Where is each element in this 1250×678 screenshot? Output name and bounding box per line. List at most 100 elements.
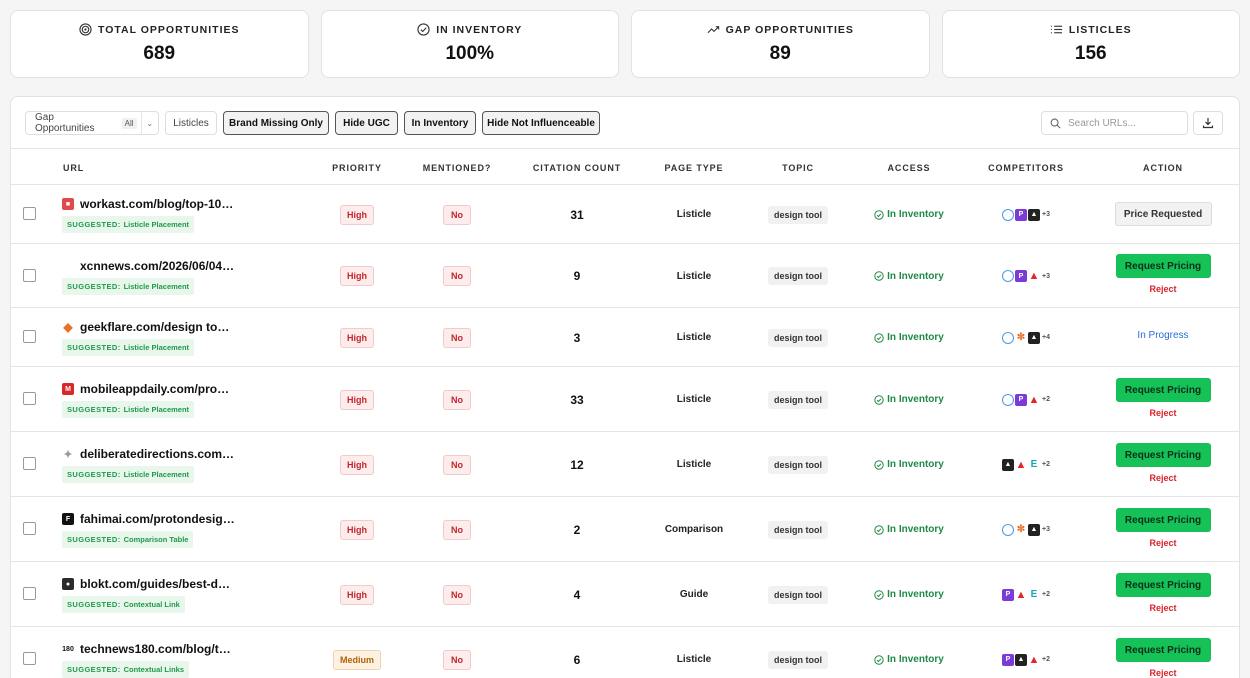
- url-cell: ◆ geekflare.com/design tool/best-design-…: [62, 320, 235, 356]
- competitor-circle-icon: [1002, 523, 1014, 536]
- target-icon: [79, 23, 92, 36]
- url-link[interactable]: xcnnews.com/2026/06/04/best-design-tools: [80, 259, 235, 273]
- more-competitors: +3: [1042, 526, 1050, 533]
- reject-link[interactable]: Reject: [1149, 603, 1176, 613]
- col-action[interactable]: ACTION: [1113, 149, 1213, 186]
- page-type: Listicle: [676, 270, 712, 282]
- chevron-down-icon[interactable]: ⌄: [140, 112, 158, 134]
- row-checkbox[interactable]: [23, 392, 36, 405]
- more-competitors: +3: [1042, 272, 1050, 280]
- url-link[interactable]: workast.com/blog/top-10-best-design-tool…: [80, 197, 235, 211]
- price-requested-button[interactable]: Price Requested: [1114, 202, 1212, 226]
- request-pricing-button[interactable]: Request Pricing: [1115, 443, 1211, 467]
- priority-badge: High: [340, 584, 374, 605]
- table-row: M mobileappdaily.com/products/best-desig…: [11, 367, 1239, 432]
- geekflare-favicon-icon: ◆: [62, 320, 74, 334]
- download-icon: [1202, 118, 1214, 129]
- topic-tag: design tool: [768, 267, 828, 285]
- request-pricing-button[interactable]: Request Pricing: [1115, 573, 1211, 597]
- table-row: ● blokt.com/guides/best-design-tools SUG…: [11, 562, 1239, 627]
- col-competitors[interactable]: COMPETITORS: [976, 149, 1076, 186]
- access-text: In Inventory: [887, 589, 944, 600]
- search-input[interactable]: Search URLs...: [1041, 111, 1188, 135]
- citation-count: 31: [570, 207, 584, 222]
- priority-badge: High: [340, 519, 374, 540]
- reject-link[interactable]: Reject: [1149, 538, 1176, 548]
- url-link[interactable]: technews180.com/blog/top-design-tools: [80, 642, 235, 656]
- hide-ugc-button[interactable]: Hide UGC: [335, 111, 398, 135]
- col-page-type[interactable]: PAGE TYPE: [651, 149, 737, 186]
- col-priority[interactable]: PRIORITY: [329, 149, 385, 186]
- col-citation-count[interactable]: CITATION COUNT: [523, 149, 631, 186]
- url-cell: M mobileappdaily.com/products/best-desig…: [62, 382, 235, 418]
- row-checkbox[interactable]: [23, 652, 36, 665]
- suggestion-text: Listicle Placement: [123, 220, 190, 229]
- reject-link[interactable]: Reject: [1149, 473, 1176, 483]
- table-row: ✦ deliberatedirections.com/top-design-to…: [11, 432, 1239, 497]
- search-placeholder: Search URLs...: [1068, 117, 1136, 129]
- row-checkbox[interactable]: [23, 207, 36, 220]
- topic-tag: design tool: [768, 455, 828, 474]
- listicles-filter-button[interactable]: Listicles: [165, 111, 217, 135]
- competitor-icons: P ▲ E +2: [1002, 588, 1050, 601]
- check-circle-icon: [874, 271, 884, 281]
- check-circle-icon: [874, 459, 884, 470]
- url-link[interactable]: geekflare.com/design tool/best-design-to…: [80, 320, 235, 334]
- reject-link[interactable]: Reject: [1149, 284, 1176, 294]
- competitor-icons: P ▲ +3: [1002, 270, 1050, 282]
- url-link[interactable]: deliberatedirections.com/top-design-tool…: [80, 447, 235, 461]
- col-mentioned[interactable]: MENTIONED?: [417, 149, 497, 186]
- table-row: xcnnews.com/2026/06/04/best-design-tools…: [11, 244, 1239, 308]
- stat-label: IN INVENTORY: [436, 23, 523, 36]
- page-type: Listicle: [676, 459, 712, 470]
- competitor-p-icon: P: [1002, 588, 1014, 601]
- row-checkbox[interactable]: [23, 330, 36, 343]
- more-competitors: +2: [1042, 656, 1050, 663]
- reject-link[interactable]: Reject: [1149, 408, 1176, 418]
- competitor-p-icon: P: [1015, 270, 1027, 282]
- list-icon: [1050, 25, 1062, 34]
- download-button[interactable]: [1193, 111, 1223, 135]
- col-access[interactable]: ACCESS: [871, 149, 947, 186]
- url-link[interactable]: blokt.com/guides/best-design-tools: [80, 577, 235, 591]
- competitor-circle-icon: [1002, 270, 1014, 282]
- stat-value: 689: [143, 43, 176, 64]
- in-inventory-button[interactable]: In Inventory: [404, 111, 476, 135]
- row-checkbox[interactable]: [23, 587, 36, 600]
- request-pricing-button[interactable]: Request Pricing: [1115, 508, 1211, 532]
- request-pricing-button[interactable]: Request Pricing: [1115, 638, 1211, 662]
- suggestion-text: Comparison Table: [123, 535, 189, 544]
- reject-link[interactable]: Reject: [1149, 668, 1176, 678]
- access-status: In Inventory: [874, 209, 944, 220]
- row-checkbox[interactable]: [23, 457, 36, 470]
- gap-opportunities-select[interactable]: Gap Opportunities All ⌄: [25, 111, 159, 135]
- request-pricing-button[interactable]: Request Pricing: [1115, 378, 1211, 402]
- stat-card-in-inventory: IN INVENTORY 100%: [320, 10, 619, 78]
- suggestion-badge: SUGGESTED: Contextual Links: [62, 661, 190, 678]
- access-status: In Inventory: [874, 589, 944, 600]
- topic-tag: design tool: [768, 650, 828, 669]
- in-progress-status: In Progress: [1137, 330, 1189, 341]
- url-link[interactable]: fahimai.com/protondesign-review: [80, 512, 235, 526]
- access-text: In Inventory: [887, 332, 944, 343]
- access-status: In Inventory: [874, 332, 944, 343]
- citation-count: 12: [570, 457, 584, 472]
- suggestion-badge: SUGGESTED: Contextual Link: [62, 596, 185, 613]
- stat-card-gap-opportunities: GAP OPPORTUNITIES 89: [631, 10, 930, 78]
- suggestion-text: Listicle Placement: [123, 405, 190, 414]
- competitor-swirl-icon: ✼: [1015, 331, 1027, 344]
- suggestion-text: Contextual Link: [123, 600, 180, 609]
- hide-not-influenceable-button[interactable]: Hide Not Influenceable: [482, 111, 600, 135]
- row-checkbox[interactable]: [23, 522, 36, 535]
- mentioned-badge: No: [443, 519, 471, 540]
- competitor-circle-icon: [1002, 393, 1014, 406]
- col-topic[interactable]: TOPIC: [769, 149, 827, 186]
- url-link[interactable]: mobileappdaily.com/products/best-design-…: [80, 382, 235, 396]
- suggestion-text: Listicle Placement: [123, 470, 190, 479]
- page-type: Listicle: [676, 654, 712, 665]
- request-pricing-button[interactable]: Request Pricing: [1115, 254, 1211, 278]
- col-url[interactable]: URL: [63, 149, 84, 186]
- brand-missing-only-button[interactable]: Brand Missing Only: [223, 111, 329, 135]
- row-checkbox[interactable]: [23, 269, 36, 282]
- competitor-icons: P ▲ ▲ +2: [1002, 653, 1050, 666]
